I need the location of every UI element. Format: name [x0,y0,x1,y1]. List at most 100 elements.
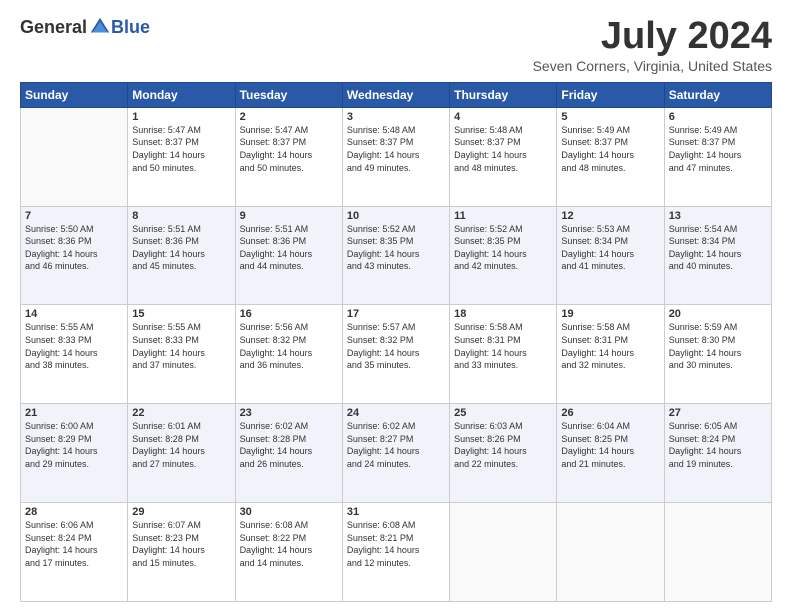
day-info: Sunrise: 6:05 AMSunset: 8:24 PMDaylight:… [669,420,767,470]
day-number: 15 [132,308,230,320]
day-info: Sunrise: 5:56 AMSunset: 8:32 PMDaylight:… [240,321,338,371]
day-number: 24 [347,407,445,419]
day-number: 30 [240,506,338,518]
day-number: 2 [240,111,338,123]
table-row: 7Sunrise: 5:50 AMSunset: 8:36 PMDaylight… [21,206,128,305]
calendar-week-row: 7Sunrise: 5:50 AMSunset: 8:36 PMDaylight… [21,206,772,305]
day-info: Sunrise: 6:07 AMSunset: 8:23 PMDaylight:… [132,519,230,569]
table-row: 24Sunrise: 6:02 AMSunset: 8:27 PMDayligh… [342,404,449,503]
day-info: Sunrise: 5:52 AMSunset: 8:35 PMDaylight:… [454,223,552,273]
day-info: Sunrise: 6:02 AMSunset: 8:27 PMDaylight:… [347,420,445,470]
day-number: 14 [25,308,123,320]
table-row: 31Sunrise: 6:08 AMSunset: 8:21 PMDayligh… [342,503,449,602]
day-info: Sunrise: 6:02 AMSunset: 8:28 PMDaylight:… [240,420,338,470]
day-info: Sunrise: 5:54 AMSunset: 8:34 PMDaylight:… [669,223,767,273]
day-info: Sunrise: 5:58 AMSunset: 8:31 PMDaylight:… [454,321,552,371]
day-number: 3 [347,111,445,123]
table-row: 9Sunrise: 5:51 AMSunset: 8:36 PMDaylight… [235,206,342,305]
day-info: Sunrise: 5:48 AMSunset: 8:37 PMDaylight:… [347,124,445,174]
day-number: 31 [347,506,445,518]
day-number: 25 [454,407,552,419]
logo-icon [89,16,111,38]
day-info: Sunrise: 5:55 AMSunset: 8:33 PMDaylight:… [25,321,123,371]
day-number: 5 [561,111,659,123]
table-row [557,503,664,602]
day-info: Sunrise: 5:51 AMSunset: 8:36 PMDaylight:… [132,223,230,273]
table-row: 19Sunrise: 5:58 AMSunset: 8:31 PMDayligh… [557,305,664,404]
day-number: 29 [132,506,230,518]
day-info: Sunrise: 5:52 AMSunset: 8:35 PMDaylight:… [347,223,445,273]
table-row: 11Sunrise: 5:52 AMSunset: 8:35 PMDayligh… [450,206,557,305]
table-row: 16Sunrise: 5:56 AMSunset: 8:32 PMDayligh… [235,305,342,404]
table-row: 25Sunrise: 6:03 AMSunset: 8:26 PMDayligh… [450,404,557,503]
table-row: 2Sunrise: 5:47 AMSunset: 8:37 PMDaylight… [235,107,342,206]
day-info: Sunrise: 6:01 AMSunset: 8:28 PMDaylight:… [132,420,230,470]
calendar-header-row: Sunday Monday Tuesday Wednesday Thursday… [21,82,772,107]
table-row: 29Sunrise: 6:07 AMSunset: 8:23 PMDayligh… [128,503,235,602]
day-number: 27 [669,407,767,419]
logo-general-text: General [20,17,87,38]
header-sunday: Sunday [21,82,128,107]
day-info: Sunrise: 5:48 AMSunset: 8:37 PMDaylight:… [454,124,552,174]
day-number: 10 [347,210,445,222]
day-number: 7 [25,210,123,222]
day-info: Sunrise: 6:03 AMSunset: 8:26 PMDaylight:… [454,420,552,470]
calendar-week-row: 14Sunrise: 5:55 AMSunset: 8:33 PMDayligh… [21,305,772,404]
day-number: 21 [25,407,123,419]
table-row: 17Sunrise: 5:57 AMSunset: 8:32 PMDayligh… [342,305,449,404]
day-info: Sunrise: 5:50 AMSunset: 8:36 PMDaylight:… [25,223,123,273]
table-row: 15Sunrise: 5:55 AMSunset: 8:33 PMDayligh… [128,305,235,404]
header: General Blue July 2024 Seven Corners, Vi… [20,16,772,74]
header-monday: Monday [128,82,235,107]
day-info: Sunrise: 6:00 AMSunset: 8:29 PMDaylight:… [25,420,123,470]
table-row: 28Sunrise: 6:06 AMSunset: 8:24 PMDayligh… [21,503,128,602]
day-number: 12 [561,210,659,222]
day-info: Sunrise: 5:57 AMSunset: 8:32 PMDaylight:… [347,321,445,371]
day-number: 19 [561,308,659,320]
day-info: Sunrise: 5:47 AMSunset: 8:37 PMDaylight:… [132,124,230,174]
day-number: 26 [561,407,659,419]
table-row: 27Sunrise: 6:05 AMSunset: 8:24 PMDayligh… [664,404,771,503]
calendar-table: Sunday Monday Tuesday Wednesday Thursday… [20,82,772,602]
table-row: 30Sunrise: 6:08 AMSunset: 8:22 PMDayligh… [235,503,342,602]
calendar-week-row: 28Sunrise: 6:06 AMSunset: 8:24 PMDayligh… [21,503,772,602]
day-number: 20 [669,308,767,320]
table-row: 4Sunrise: 5:48 AMSunset: 8:37 PMDaylight… [450,107,557,206]
table-row: 3Sunrise: 5:48 AMSunset: 8:37 PMDaylight… [342,107,449,206]
table-row: 14Sunrise: 5:55 AMSunset: 8:33 PMDayligh… [21,305,128,404]
table-row: 1Sunrise: 5:47 AMSunset: 8:37 PMDaylight… [128,107,235,206]
table-row: 20Sunrise: 5:59 AMSunset: 8:30 PMDayligh… [664,305,771,404]
day-info: Sunrise: 5:59 AMSunset: 8:30 PMDaylight:… [669,321,767,371]
day-info: Sunrise: 6:04 AMSunset: 8:25 PMDaylight:… [561,420,659,470]
header-thursday: Thursday [450,82,557,107]
day-number: 16 [240,308,338,320]
day-info: Sunrise: 5:49 AMSunset: 8:37 PMDaylight:… [669,124,767,174]
day-number: 23 [240,407,338,419]
table-row: 18Sunrise: 5:58 AMSunset: 8:31 PMDayligh… [450,305,557,404]
location: Seven Corners, Virginia, United States [533,58,772,74]
day-info: Sunrise: 5:58 AMSunset: 8:31 PMDaylight:… [561,321,659,371]
day-info: Sunrise: 6:06 AMSunset: 8:24 PMDaylight:… [25,519,123,569]
table-row: 26Sunrise: 6:04 AMSunset: 8:25 PMDayligh… [557,404,664,503]
day-number: 11 [454,210,552,222]
day-number: 13 [669,210,767,222]
title-area: July 2024 Seven Corners, Virginia, Unite… [533,16,772,74]
day-number: 28 [25,506,123,518]
day-info: Sunrise: 5:55 AMSunset: 8:33 PMDaylight:… [132,321,230,371]
calendar-week-row: 21Sunrise: 6:00 AMSunset: 8:29 PMDayligh… [21,404,772,503]
day-number: 9 [240,210,338,222]
day-number: 4 [454,111,552,123]
table-row [450,503,557,602]
header-tuesday: Tuesday [235,82,342,107]
header-wednesday: Wednesday [342,82,449,107]
logo-blue-text: Blue [111,17,150,38]
calendar-week-row: 1Sunrise: 5:47 AMSunset: 8:37 PMDaylight… [21,107,772,206]
day-number: 6 [669,111,767,123]
table-row [664,503,771,602]
table-row [21,107,128,206]
table-row: 22Sunrise: 6:01 AMSunset: 8:28 PMDayligh… [128,404,235,503]
month-title: July 2024 [533,16,772,58]
table-row: 6Sunrise: 5:49 AMSunset: 8:37 PMDaylight… [664,107,771,206]
table-row: 10Sunrise: 5:52 AMSunset: 8:35 PMDayligh… [342,206,449,305]
day-number: 1 [132,111,230,123]
